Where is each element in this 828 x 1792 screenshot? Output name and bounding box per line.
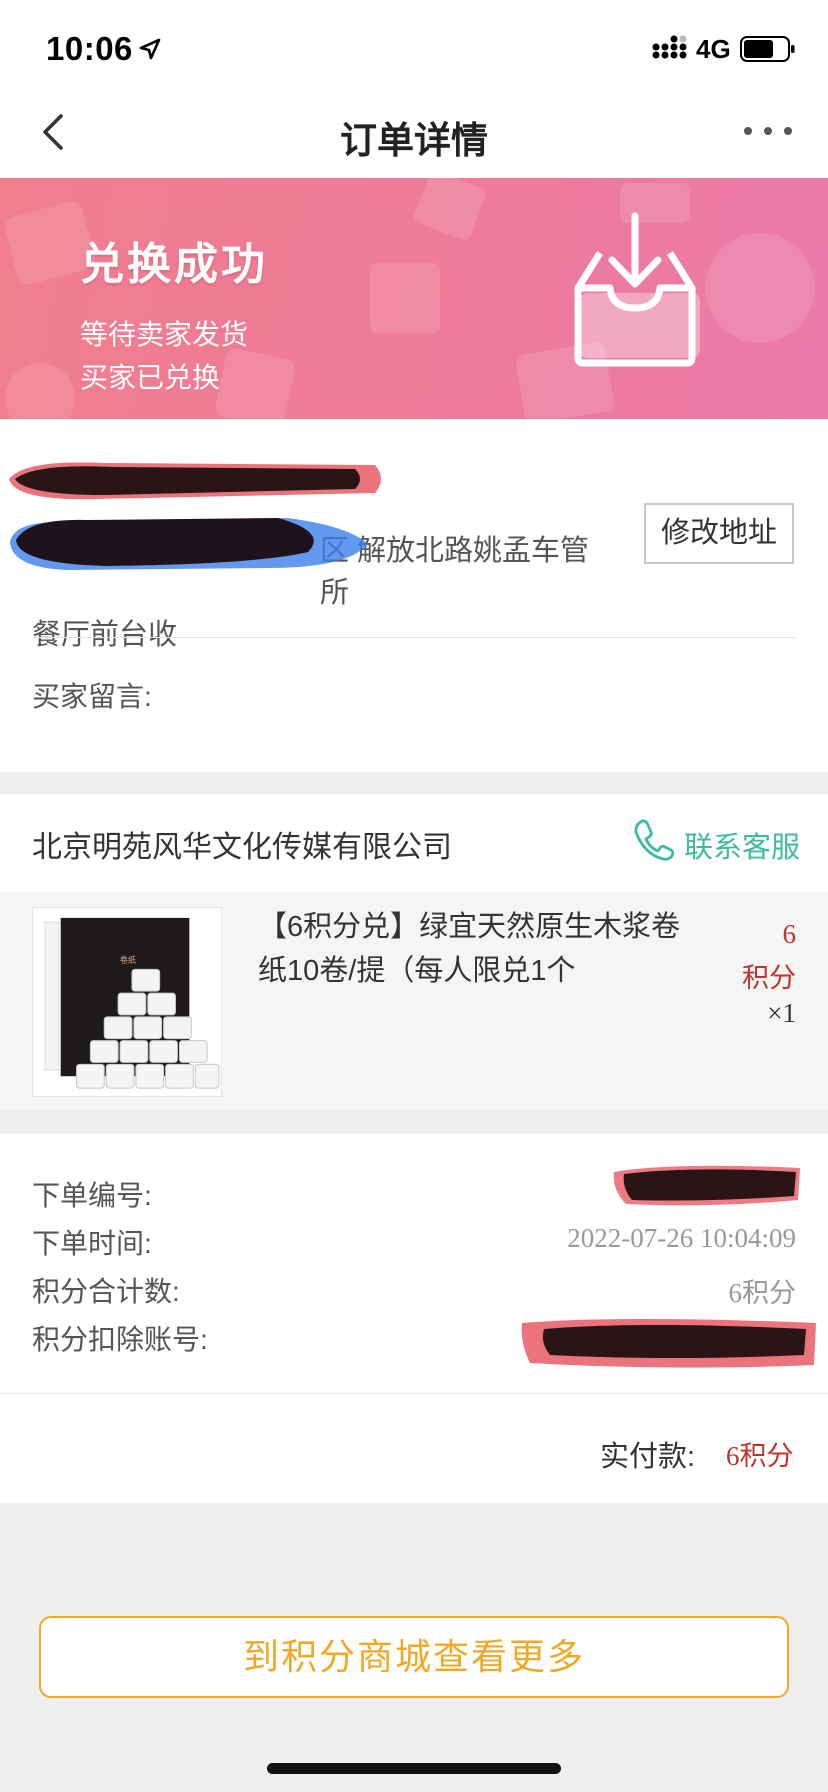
signal-icon [652,35,687,59]
product-image: 卷纸 [32,907,222,1097]
home-indicator[interactable] [267,1763,561,1774]
inbox-download-icon [574,212,700,367]
more-options-button[interactable] [736,108,800,154]
page-title: 订单详情 [340,120,488,161]
shop-name[interactable]: 北京明苑风华文化传媒有限公司 [32,822,452,866]
order-time-label: 下单时间: [32,1228,152,1259]
divider [32,637,796,638]
product-price: 6 积分 [700,912,796,1000]
contact-service-link[interactable]: 联系客服 [684,824,800,866]
banner-status-line: 等待卖家发货 [80,319,249,350]
redacted-order-number [613,1165,800,1206]
points-total: 6积分 [728,1278,797,1308]
edit-address-button[interactable]: 修改地址 [644,503,794,564]
price-unit: 积分 [742,963,796,993]
network-type: 4G [696,34,731,64]
section-gap [0,772,828,794]
banner-title: 兑换成功 [80,240,268,289]
buyer-message-label: 买家留言: [32,681,152,712]
location-arrow-icon [139,38,161,60]
redacted-account [521,1319,816,1368]
deduct-account-label: 积分扣除账号: [32,1324,208,1355]
product-quantity: ×1 [767,998,796,1028]
payment-value: 6积分 [726,1441,794,1471]
points-total-label: 积分合计数: [32,1276,180,1307]
order-time: 2022-07-26 10:04:09 [567,1223,796,1253]
redacted-recipient [9,462,381,500]
redacted-address [10,518,368,570]
divider [0,1393,828,1394]
status-banner: 兑换成功 等待卖家发货 买家已兑换 [0,178,828,419]
points-mall-button[interactable]: 到积分商城查看更多 [39,1616,789,1698]
svg-text:卷纸: 卷纸 [120,954,136,964]
section-gap [0,1110,828,1134]
payment-label: 实付款: [600,1441,696,1473]
status-time: 10:06 [46,30,133,67]
phone-icon[interactable] [632,817,676,861]
address-line: 餐厅前台收 [32,619,178,651]
product-name[interactable]: 【6积分兑】绿宜天然原生木浆卷纸10卷/提（每人限兑1个 [258,905,708,993]
battery-icon [740,36,795,62]
price-value: 6 [782,919,797,949]
order-number-label: 下单编号: [32,1180,152,1211]
banner-status-line: 买家已兑换 [80,362,221,393]
